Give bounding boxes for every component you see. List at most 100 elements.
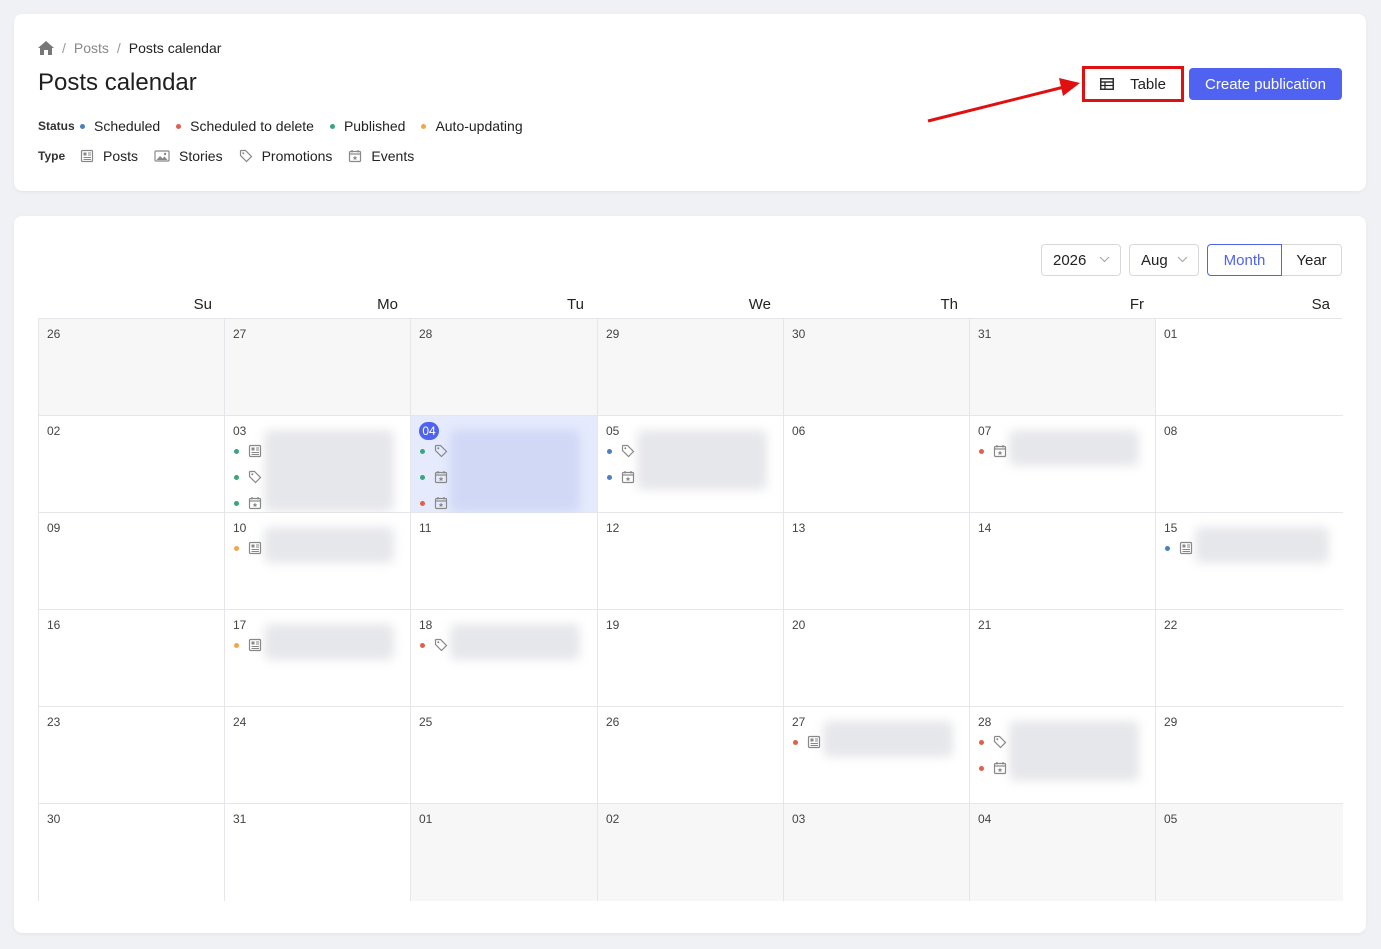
calendar-day[interactable]: 06 <box>784 416 970 513</box>
calendar-event[interactable] <box>420 469 448 485</box>
calendar-day[interactable]: 31 <box>970 319 1156 416</box>
calendar-day[interactable]: 26 <box>598 707 784 804</box>
calendar-day[interactable]: 01 <box>411 804 598 901</box>
calendar-day[interactable]: 05 <box>1156 804 1343 901</box>
event-title-redacted <box>1009 721 1139 781</box>
legend-published-label: Published <box>343 118 406 134</box>
calendar-card: 2026 Aug Month Year Su Mo Tu We Th Fr Sa 26 27 2… <box>14 216 1366 933</box>
day-number: 03 <box>792 812 806 826</box>
day-number: 04 <box>419 422 439 440</box>
calendar-day[interactable]: 10 <box>225 513 411 610</box>
calendar-day[interactable]: 05 <box>598 416 784 513</box>
calendar-event[interactable] <box>1165 540 1193 556</box>
newspaper-icon <box>248 638 262 652</box>
calendar-event[interactable] <box>234 469 262 485</box>
status-dot <box>80 123 85 129</box>
calendar-star-icon <box>434 496 448 510</box>
calendar-day[interactable]: 28 <box>411 319 598 416</box>
calendar-event[interactable] <box>793 734 821 750</box>
calendar-event[interactable] <box>607 443 635 459</box>
event-title-redacted <box>450 624 580 660</box>
home-icon[interactable] <box>38 41 54 55</box>
calendar-day[interactable]: 22 <box>1156 610 1343 707</box>
calendar-day[interactable]: 02 <box>598 804 784 901</box>
legend-published: Published <box>329 118 406 134</box>
breadcrumb-posts-link[interactable]: Posts <box>74 40 109 56</box>
event-title-redacted <box>264 527 394 563</box>
calendar-event[interactable] <box>234 540 262 556</box>
day-number: 28 <box>419 327 433 341</box>
calendar-day[interactable]: 27 <box>225 319 411 416</box>
breadcrumb: / Posts / Posts calendar <box>38 40 221 56</box>
calendar-day[interactable]: 07 <box>970 416 1156 513</box>
calendar-event[interactable] <box>979 734 1007 750</box>
legend-scheduled-label: Scheduled <box>94 118 161 134</box>
calendar-day[interactable]: 17 <box>225 610 411 707</box>
calendar-event[interactable] <box>234 495 262 511</box>
calendar-event[interactable] <box>420 637 448 653</box>
calendar-day[interactable]: 12 <box>598 513 784 610</box>
calendar-day[interactable]: 18 <box>411 610 598 707</box>
calendar-event[interactable] <box>607 469 635 485</box>
calendar-day[interactable]: 15 <box>1156 513 1343 610</box>
calendar-day[interactable]: 30 <box>39 804 225 901</box>
status-dot <box>420 474 425 480</box>
calendar-day[interactable]: 08 <box>1156 416 1343 513</box>
calendar-day[interactable]: 03 <box>784 804 970 901</box>
calendar-event[interactable] <box>234 637 262 653</box>
calendar-day[interactable]: 16 <box>39 610 225 707</box>
table-icon <box>1100 78 1115 90</box>
calendar-event[interactable] <box>420 495 448 511</box>
day-number: 07 <box>978 424 992 438</box>
day-number: 18 <box>419 618 433 632</box>
calendar-day[interactable]: 20 <box>784 610 970 707</box>
status-dot <box>420 642 425 648</box>
calendar-day[interactable]: 28 <box>970 707 1156 804</box>
calendar-day[interactable]: 24 <box>225 707 411 804</box>
calendar-day[interactable]: 09 <box>39 513 225 610</box>
calendar-day[interactable]: 02 <box>39 416 225 513</box>
legend-promotions-label: Promotions <box>261 148 333 164</box>
calendar-day-today[interactable]: 04 <box>411 416 598 513</box>
calendar-day[interactable]: 11 <box>411 513 598 610</box>
calendar-day[interactable]: 19 <box>598 610 784 707</box>
calendar-day[interactable]: 29 <box>1156 707 1343 804</box>
calendar-day[interactable]: 04 <box>970 804 1156 901</box>
calendar-star-icon <box>621 470 635 484</box>
chevron-down-icon <box>1177 256 1188 263</box>
calendar-day[interactable]: 03 <box>225 416 411 513</box>
day-number: 26 <box>47 327 61 341</box>
calendar-day[interactable]: 30 <box>784 319 970 416</box>
calendar-event[interactable] <box>979 760 1007 776</box>
legend-scheduled: Scheduled <box>80 118 160 134</box>
page-title: Posts calendar <box>38 69 197 96</box>
event-title-redacted <box>264 624 394 660</box>
legend-posts-label: Posts <box>103 148 139 164</box>
calendar-day[interactable]: 27 <box>784 707 970 804</box>
calendar-star-icon <box>434 470 448 484</box>
calendar-day[interactable]: 26 <box>39 319 225 416</box>
calendar-day[interactable]: 23 <box>39 707 225 804</box>
newspaper-icon <box>248 444 262 458</box>
calendar-day[interactable]: 25 <box>411 707 598 804</box>
view-year-button[interactable]: Year <box>1282 244 1342 276</box>
calendar-day[interactable]: 01 <box>1156 319 1343 416</box>
calendar-day[interactable]: 31 <box>225 804 411 901</box>
year-select[interactable]: 2026 <box>1041 244 1121 276</box>
event-title-redacted <box>637 430 767 490</box>
view-month-button[interactable]: Month <box>1207 244 1282 276</box>
calendar-day[interactable]: 14 <box>970 513 1156 610</box>
table-view-button[interactable]: Table <box>1082 66 1184 102</box>
create-publication-button[interactable]: Create publication <box>1189 68 1342 100</box>
status-dot <box>979 448 984 454</box>
event-title-redacted <box>1195 527 1329 563</box>
calendar-day[interactable]: 13 <box>784 513 970 610</box>
status-dot <box>234 642 239 648</box>
calendar-day[interactable]: 21 <box>970 610 1156 707</box>
month-select[interactable]: Aug <box>1129 244 1199 276</box>
calendar-event[interactable] <box>979 443 1007 459</box>
calendar-day[interactable]: 29 <box>598 319 784 416</box>
legend-stories-label: Stories <box>179 148 223 164</box>
calendar-event[interactable] <box>420 443 448 459</box>
calendar-event[interactable] <box>234 443 262 459</box>
